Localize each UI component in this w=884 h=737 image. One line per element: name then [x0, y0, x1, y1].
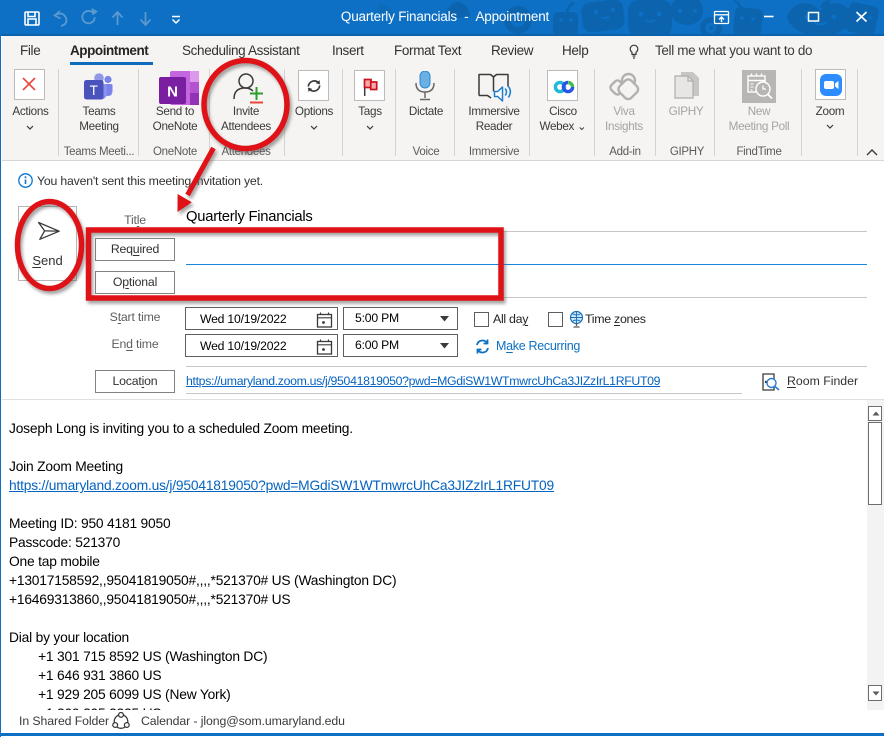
- svg-text:N: N: [167, 84, 178, 101]
- svg-text:T: T: [90, 83, 98, 98]
